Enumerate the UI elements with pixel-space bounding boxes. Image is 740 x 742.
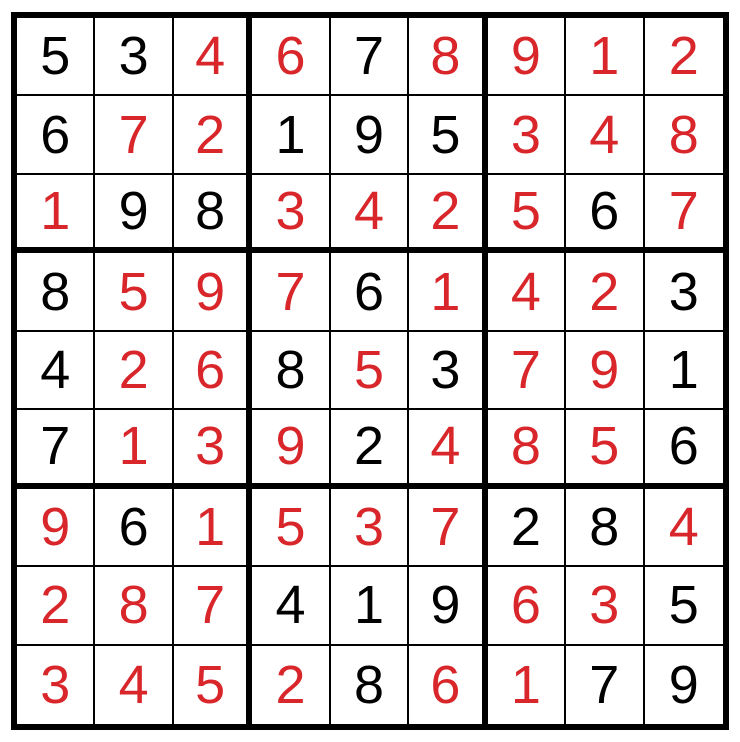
sudoku-cell[interactable]: 7 bbox=[566, 646, 644, 724]
sudoku-cell[interactable]: 8 bbox=[566, 489, 644, 567]
sudoku-cell[interactable]: 3 bbox=[174, 410, 252, 488]
sudoku-cell[interactable]: 1 bbox=[645, 332, 723, 410]
sudoku-cell[interactable]: 2 bbox=[252, 646, 330, 724]
sudoku-cell[interactable]: 4 bbox=[331, 175, 409, 253]
sudoku-cell[interactable]: 3 bbox=[17, 646, 95, 724]
sudoku-cell[interactable]: 7 bbox=[252, 253, 330, 331]
sudoku-cell[interactable]: 6 bbox=[252, 18, 330, 96]
sudoku-cell[interactable]: 6 bbox=[174, 332, 252, 410]
sudoku-cell[interactable]: 2 bbox=[409, 175, 487, 253]
sudoku-cell[interactable]: 8 bbox=[331, 646, 409, 724]
sudoku-cell[interactable]: 7 bbox=[95, 96, 173, 174]
sudoku-cell[interactable]: 9 bbox=[252, 410, 330, 488]
sudoku-cell[interactable]: 2 bbox=[488, 489, 566, 567]
sudoku-cell[interactable]: 4 bbox=[174, 18, 252, 96]
sudoku-cell[interactable]: 3 bbox=[488, 96, 566, 174]
sudoku-cell[interactable]: 5 bbox=[95, 253, 173, 331]
sudoku-cell[interactable]: 6 bbox=[95, 489, 173, 567]
sudoku-cell[interactable]: 1 bbox=[488, 646, 566, 724]
sudoku-grid: 5346789126721953481983425678597614234268… bbox=[11, 12, 729, 730]
sudoku-cell[interactable]: 4 bbox=[252, 567, 330, 645]
sudoku-cell[interactable]: 7 bbox=[17, 410, 95, 488]
sudoku-cell[interactable]: 3 bbox=[252, 175, 330, 253]
sudoku-cell[interactable]: 7 bbox=[488, 332, 566, 410]
sudoku-cell[interactable]: 9 bbox=[95, 175, 173, 253]
sudoku-cell[interactable]: 8 bbox=[488, 410, 566, 488]
sudoku-cell[interactable]: 8 bbox=[17, 253, 95, 331]
sudoku-cell[interactable]: 1 bbox=[17, 175, 95, 253]
sudoku-cell[interactable]: 2 bbox=[645, 18, 723, 96]
sudoku-cell[interactable]: 2 bbox=[331, 410, 409, 488]
sudoku-cell[interactable]: 4 bbox=[409, 410, 487, 488]
sudoku-cell[interactable]: 2 bbox=[95, 332, 173, 410]
sudoku-cell[interactable]: 2 bbox=[17, 567, 95, 645]
sudoku-cell[interactable]: 1 bbox=[252, 96, 330, 174]
sudoku-cell[interactable]: 5 bbox=[252, 489, 330, 567]
sudoku-cell[interactable]: 5 bbox=[331, 332, 409, 410]
sudoku-cell[interactable]: 9 bbox=[331, 96, 409, 174]
sudoku-cell[interactable]: 6 bbox=[645, 410, 723, 488]
sudoku-cell[interactable]: 3 bbox=[645, 253, 723, 331]
sudoku-cell[interactable]: 8 bbox=[174, 175, 252, 253]
sudoku-cell[interactable]: 6 bbox=[566, 175, 644, 253]
sudoku-cell[interactable]: 5 bbox=[488, 175, 566, 253]
sudoku-cell[interactable]: 1 bbox=[95, 410, 173, 488]
sudoku-cell[interactable]: 1 bbox=[174, 489, 252, 567]
sudoku-cell[interactable]: 6 bbox=[488, 567, 566, 645]
sudoku-cell[interactable]: 4 bbox=[645, 489, 723, 567]
sudoku-cell[interactable]: 9 bbox=[174, 253, 252, 331]
sudoku-cell[interactable]: 9 bbox=[566, 332, 644, 410]
sudoku-cell[interactable]: 3 bbox=[95, 18, 173, 96]
sudoku-cell[interactable]: 3 bbox=[566, 567, 644, 645]
sudoku-cell[interactable]: 9 bbox=[645, 646, 723, 724]
sudoku-cell[interactable]: 5 bbox=[174, 646, 252, 724]
sudoku-cell[interactable]: 5 bbox=[566, 410, 644, 488]
sudoku-cell[interactable]: 8 bbox=[645, 96, 723, 174]
sudoku-cell[interactable]: 4 bbox=[566, 96, 644, 174]
sudoku-cell[interactable]: 8 bbox=[95, 567, 173, 645]
sudoku-cell[interactable]: 9 bbox=[409, 567, 487, 645]
sudoku-cell[interactable]: 6 bbox=[409, 646, 487, 724]
sudoku-cell[interactable]: 4 bbox=[488, 253, 566, 331]
sudoku-cell[interactable]: 5 bbox=[17, 18, 95, 96]
sudoku-cell[interactable]: 3 bbox=[409, 332, 487, 410]
sudoku-cell[interactable]: 8 bbox=[409, 18, 487, 96]
sudoku-cell[interactable]: 3 bbox=[331, 489, 409, 567]
sudoku-cell[interactable]: 6 bbox=[17, 96, 95, 174]
sudoku-cell[interactable]: 1 bbox=[566, 18, 644, 96]
sudoku-cell[interactable]: 7 bbox=[174, 567, 252, 645]
sudoku-cell[interactable]: 1 bbox=[409, 253, 487, 331]
sudoku-cell[interactable]: 2 bbox=[174, 96, 252, 174]
sudoku-cell[interactable]: 5 bbox=[409, 96, 487, 174]
sudoku-cell[interactable]: 4 bbox=[95, 646, 173, 724]
sudoku-cell[interactable]: 6 bbox=[331, 253, 409, 331]
sudoku-cell[interactable]: 1 bbox=[331, 567, 409, 645]
sudoku-cell[interactable]: 4 bbox=[17, 332, 95, 410]
sudoku-cell[interactable]: 7 bbox=[331, 18, 409, 96]
sudoku-cell[interactable]: 7 bbox=[645, 175, 723, 253]
sudoku-cell[interactable]: 5 bbox=[645, 567, 723, 645]
sudoku-cell[interactable]: 7 bbox=[409, 489, 487, 567]
sudoku-cell[interactable]: 9 bbox=[17, 489, 95, 567]
sudoku-cell[interactable]: 2 bbox=[566, 253, 644, 331]
sudoku-cell[interactable]: 8 bbox=[252, 332, 330, 410]
sudoku-cell[interactable]: 9 bbox=[488, 18, 566, 96]
